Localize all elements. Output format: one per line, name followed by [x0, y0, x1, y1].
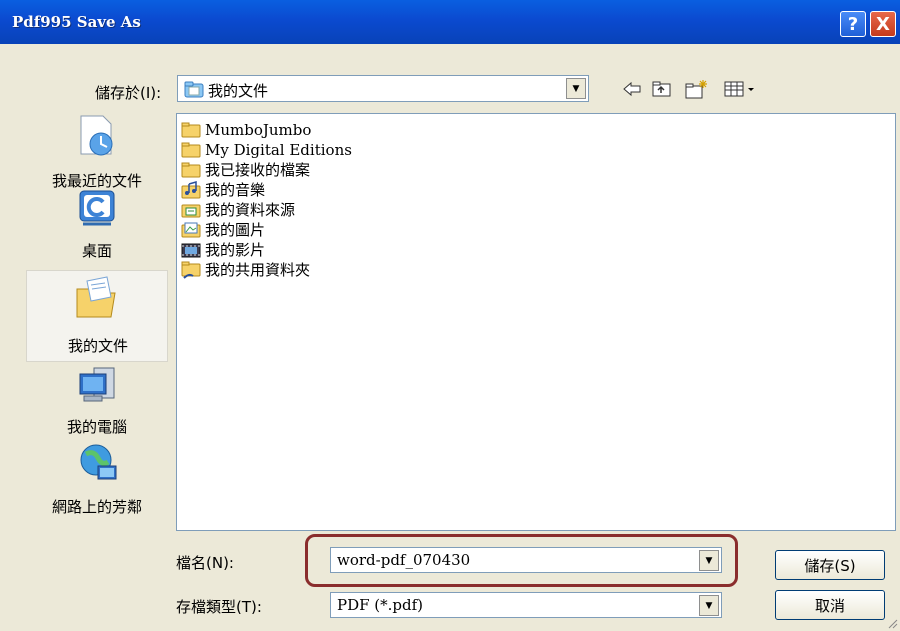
- pictures-folder-icon: [181, 222, 201, 237]
- help-button[interactable]: ?: [840, 11, 866, 37]
- resize-grip-icon[interactable]: [886, 617, 898, 629]
- filename-label: 檔名(N):: [176, 554, 234, 572]
- cancel-button[interactable]: 取消: [775, 590, 885, 620]
- list-item[interactable]: 我的資料來源: [181, 200, 295, 219]
- back-button[interactable]: [620, 78, 644, 100]
- views-menu-button[interactable]: [722, 78, 762, 100]
- list-item[interactable]: 我已接收的檔案: [181, 160, 310, 179]
- place-desktop[interactable]: 桌面: [26, 188, 168, 272]
- look-in-dropdown[interactable]: 我的文件 ▼: [177, 75, 589, 102]
- up-folder-icon: [652, 81, 671, 97]
- up-folder-button[interactable]: [650, 78, 674, 100]
- place-label: 我的文件: [67, 337, 128, 355]
- window-title: Pdf995 Save As: [12, 13, 141, 31]
- place-my-documents[interactable]: 我的文件: [26, 270, 168, 362]
- folder-icon: [181, 162, 201, 177]
- back-arrow-icon: [623, 81, 641, 97]
- place-label: 網路上的芳鄰: [51, 498, 142, 516]
- place-label: 我的電腦: [66, 418, 127, 436]
- filetype-dropdown[interactable]: PDF (*.pdf) ▼: [330, 592, 722, 618]
- new-folder-icon: [685, 80, 707, 99]
- list-item[interactable]: MumboJumbo: [181, 120, 311, 139]
- my-documents-icon: [73, 275, 119, 325]
- place-recent-documents[interactable]: 我最近的文件: [26, 110, 168, 194]
- my-documents-small-icon: [184, 80, 204, 102]
- my-computer-icon: [76, 366, 120, 412]
- list-item[interactable]: 我的音樂: [181, 180, 265, 199]
- videos-folder-icon: [181, 243, 201, 257]
- place-my-computer[interactable]: 我的電腦: [26, 362, 168, 446]
- save-as-dialog: Pdf995 Save As ? X 儲存於(I): 我的文件 ▼ 我最近的文件: [0, 0, 900, 631]
- recent-docs-icon: [77, 114, 117, 162]
- places-bar: 我最近的文件 桌面 我的文件 我的電腦 網路上的芳鄰: [18, 110, 168, 530]
- network-places-icon: [76, 440, 120, 488]
- folder-icon: [181, 122, 201, 137]
- look-in-dropdown-arrow[interactable]: ▼: [566, 78, 586, 99]
- save-button[interactable]: 儲存(S): [775, 550, 885, 580]
- filename-highlight-annotation: [305, 534, 738, 587]
- title-bar[interactable]: Pdf995 Save As ? X: [0, 0, 900, 44]
- folder-icon: [181, 142, 201, 157]
- new-folder-button[interactable]: [684, 78, 710, 100]
- shared-folder-icon: [181, 261, 201, 279]
- place-network[interactable]: 網路上的芳鄰: [26, 440, 168, 524]
- look-in-value: 我的文件: [208, 82, 269, 100]
- filetype-label: 存檔類型(T):: [176, 598, 262, 616]
- views-icon: [724, 81, 754, 97]
- file-list[interactable]: MumboJumbo My Digital Editions 我已接收的檔案 我…: [176, 113, 896, 531]
- close-button[interactable]: X: [870, 11, 896, 37]
- list-item[interactable]: 我的圖片: [181, 220, 265, 239]
- music-folder-icon: [181, 180, 201, 198]
- list-item[interactable]: My Digital Editions: [181, 140, 352, 159]
- list-item[interactable]: 我的共用資料夾: [181, 260, 310, 279]
- look-in-label: 儲存於(I):: [95, 84, 162, 102]
- filetype-value: PDF (*.pdf): [337, 596, 424, 614]
- list-item[interactable]: 我的影片: [181, 240, 265, 259]
- desktop-icon: [77, 188, 117, 236]
- place-label: 桌面: [81, 242, 112, 260]
- data-sources-folder-icon: [181, 204, 201, 217]
- filetype-dropdown-arrow[interactable]: ▼: [699, 595, 719, 616]
